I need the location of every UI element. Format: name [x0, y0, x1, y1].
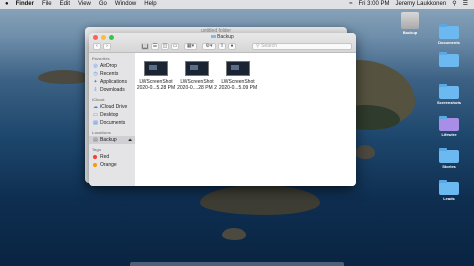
share-button[interactable]: ⇧	[218, 42, 226, 50]
sidebar-item-icloud-drive[interactable]: ☁ iCloud Drive	[89, 103, 135, 111]
downloads-icon: ⇩	[93, 86, 98, 93]
document-icon: ▤	[93, 119, 98, 126]
desktop-icon-label: Leads	[443, 196, 455, 201]
red-tag-dot	[93, 155, 97, 159]
column-view-button[interactable]: ◫	[161, 42, 169, 50]
orange-tag-dot	[93, 163, 97, 167]
desktop-folder[interactable]: Lifewire	[434, 116, 464, 137]
desktop-folder[interactable]: Stories	[434, 148, 464, 169]
sidebar-item-documents[interactable]: ▤ Documents	[89, 119, 135, 127]
desktop-icon-label: Backup	[402, 30, 418, 35]
desktop-folder[interactable]: Screenshots	[434, 84, 464, 105]
folder-title-icon	[211, 35, 217, 38]
file-item[interactable]: LWScreenShot 2020-0...5.09 PM	[218, 61, 258, 91]
desktop-icon-label: Stories	[442, 164, 456, 169]
screenshot-thumbnail	[226, 61, 250, 76]
island-rock	[355, 145, 375, 159]
search-icon[interactable]: ⚲	[452, 0, 456, 9]
cloud-icon: ☁	[93, 103, 98, 110]
dock[interactable]	[130, 262, 344, 266]
sidebar-item-tag-red[interactable]: Red	[89, 153, 135, 161]
wifi-icon[interactable]: ≈	[349, 0, 352, 9]
search-field-icon: ⚲	[256, 42, 260, 49]
desktop-folder[interactable]	[434, 52, 464, 68]
menu-edit[interactable]: Edit	[60, 0, 70, 9]
group-button[interactable]: ▦▾	[184, 42, 197, 50]
desktop-icon-label: Lifewire	[441, 132, 457, 137]
menu-file[interactable]: File	[42, 0, 52, 9]
sidebar-header-tags: Tags	[92, 147, 102, 152]
screenshot-thumbnail	[144, 61, 168, 76]
icon-view-button[interactable]: ▦	[141, 42, 149, 50]
sidebar-item-applications[interactable]: ✦ Applications	[89, 78, 135, 86]
drive-icon	[401, 12, 419, 29]
file-item[interactable]: LWScreenShot 2020-0...5.28 PM	[136, 61, 176, 91]
toolbar: ‹ › ▦ ☰ ◫ ▭ ▦▾ ⚙▾ ⇧ ● ⚲ Search	[93, 42, 352, 50]
folder-icon	[439, 24, 459, 39]
recents-icon: ◷	[93, 70, 98, 77]
menu-bar: ● Finder File Edit View Go Window Help ≈…	[0, 0, 474, 9]
search-placeholder: Search	[261, 42, 277, 49]
file-name-line2: 2020-0....28 PM 2	[177, 85, 217, 91]
tag-button[interactable]: ●	[228, 42, 236, 50]
user-name[interactable]: Jeremy Laukkonen	[396, 0, 447, 9]
folder-icon	[439, 180, 459, 195]
sidebar-header-favorites: Favorites	[92, 56, 110, 61]
file-name-line2: 2020-0...5.09 PM	[218, 85, 258, 91]
desktop-drive-backup[interactable]: Backup	[395, 12, 425, 35]
sidebar-item-desktop[interactable]: ▭ Desktop	[89, 111, 135, 119]
sidebar-header-locations: Locations	[92, 130, 111, 135]
search-field[interactable]: ⚲ Search	[252, 42, 352, 50]
applications-icon: ✦	[93, 78, 98, 85]
menu-window[interactable]: Window	[115, 0, 136, 9]
desktop-icon-label: Screenshots	[436, 100, 461, 105]
action-gear-button[interactable]: ⚙▾	[202, 42, 216, 50]
menu-help[interactable]: Help	[144, 0, 156, 9]
purple-folder-icon	[439, 116, 459, 131]
sidebar-item-recents[interactable]: ◷ Recents	[89, 70, 135, 78]
airdrop-icon: ◎	[93, 62, 98, 69]
folder-icon	[439, 148, 459, 163]
window-title: Backup	[89, 34, 356, 40]
apple-icon[interactable]: ●	[5, 0, 9, 9]
island-bottom	[200, 185, 320, 215]
desktop-icon: ▭	[93, 111, 98, 118]
drive-icon: ▤	[93, 136, 98, 143]
file-item[interactable]: LWScreenShot 2020-0....28 PM 2	[177, 61, 217, 91]
clock[interactable]: Fri 3:00 PM	[358, 0, 389, 9]
sidebar-item-backup[interactable]: ▤ Backup ⏏	[89, 136, 135, 144]
finder-window: Backup ‹ › ▦ ☰ ◫ ▭ ▦▾ ⚙▾ ⇧ ● ⚲ Search Fa…	[89, 33, 356, 186]
menu-view[interactable]: View	[78, 0, 91, 9]
desktop-folder[interactable]: Leads	[434, 180, 464, 201]
eject-icon[interactable]: ⏏	[128, 136, 132, 144]
back-button[interactable]: ‹	[93, 42, 101, 50]
menu-go[interactable]: Go	[99, 0, 107, 9]
sidebar: Favorites ◎ AirDrop ◷ Recents ✦ Application…	[89, 53, 136, 186]
file-content-area[interactable]: LWScreenShot 2020-0...5.28 PM LWScreenSh…	[135, 53, 356, 186]
gallery-view-button[interactable]: ▭	[171, 42, 179, 50]
desktop-icon-label: Documents	[438, 40, 460, 45]
folder-icon	[439, 84, 459, 99]
list-view-button[interactable]: ☰	[151, 42, 159, 50]
file-name-line2: 2020-0...5.28 PM	[136, 85, 176, 91]
desktop-folder[interactable]: Documents	[434, 24, 464, 45]
menu-finder[interactable]: Finder	[16, 0, 34, 9]
sidebar-header-icloud: iCloud	[92, 97, 105, 102]
control-center-icon[interactable]: ☰	[463, 0, 468, 9]
sidebar-item-downloads[interactable]: ⇩ Downloads	[89, 86, 135, 94]
sidebar-item-tag-orange[interactable]: Orange	[89, 161, 135, 169]
sidebar-item-airdrop[interactable]: ◎ AirDrop	[89, 62, 135, 70]
forward-button[interactable]: ›	[103, 42, 111, 50]
island-left	[38, 70, 90, 84]
island-small	[222, 228, 246, 240]
folder-icon	[439, 52, 459, 67]
window-titlebar[interactable]: Backup ‹ › ▦ ☰ ◫ ▭ ▦▾ ⚙▾ ⇧ ● ⚲ Search	[89, 33, 356, 53]
screenshot-thumbnail	[185, 61, 209, 76]
